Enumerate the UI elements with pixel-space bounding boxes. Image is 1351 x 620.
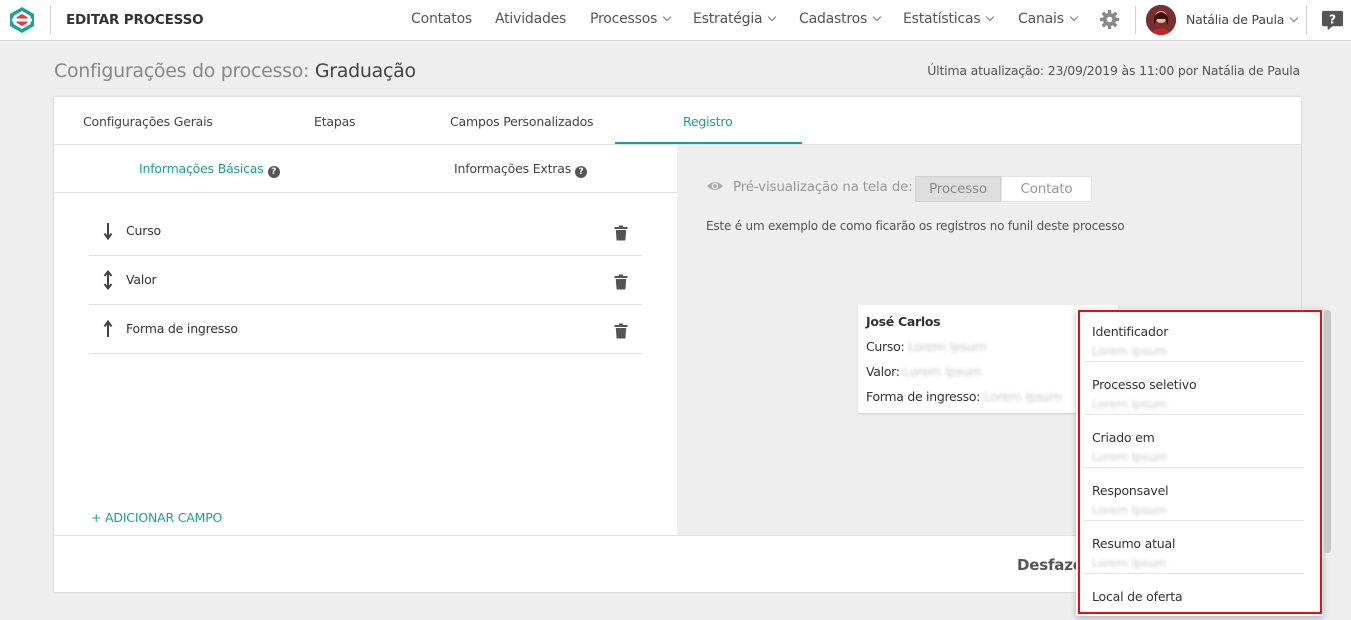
field-row-forma-de-ingresso[interactable]: Forma de ingresso — [89, 305, 642, 354]
tab-bar: Configurações Gerais Etapas Campos Perso… — [54, 97, 1301, 145]
dropdown-item-local-de-oferta[interactable]: Local de oferta — [1084, 574, 1304, 616]
chevron-down-icon — [1290, 13, 1299, 23]
subtab-informacoes-basicas[interactable]: Informações Básicas? — [139, 161, 280, 178]
fields-column: Informações Básicas? Informações Extras?… — [54, 145, 677, 535]
dropdown-item-sample: Lorem Ipsum — [1092, 556, 1167, 570]
card-line-value: Lorem Ipsum — [903, 364, 982, 379]
add-field-button[interactable]: + ADICIONAR CAMPO — [91, 510, 222, 525]
field-label: Forma de ingresso — [126, 321, 238, 336]
dropdown-item-responsavel[interactable]: Responsavel Lorem Ipsum — [1084, 468, 1304, 521]
dropdown-item-label: Processo seletivo — [1092, 377, 1197, 392]
tab-etapas[interactable]: Etapas — [314, 114, 356, 129]
nav-label: Estatísticas — [903, 11, 981, 27]
card-line-value: Lorem Ipsum — [908, 339, 987, 354]
divider — [1306, 6, 1307, 34]
nav-cadastros[interactable]: Cadastros — [799, 11, 882, 27]
chevron-down-icon — [662, 12, 672, 22]
svg-text:?: ? — [1329, 11, 1336, 26]
subtab-informacoes-extras[interactable]: Informações Extras? — [454, 161, 588, 178]
app-logo-icon[interactable] — [8, 6, 36, 34]
trash-icon[interactable] — [614, 274, 628, 290]
card-line-label: Valor: — [866, 364, 900, 379]
nav-label: Processos — [590, 11, 658, 27]
chevron-down-icon — [1069, 12, 1079, 22]
card-line-label: Curso: — [866, 339, 905, 354]
dropdown-item-label: Identificador — [1092, 324, 1169, 339]
nav-label: Cadastros — [799, 11, 868, 27]
tab-configuracoes-gerais[interactable]: Configurações Gerais — [83, 114, 213, 129]
dropdown-item-identificador[interactable]: Identificador Lorem Ipsum — [1084, 309, 1304, 362]
nav-canais[interactable]: Canais — [1018, 11, 1079, 27]
tab-campos-personalizados[interactable]: Campos Personalizados — [450, 114, 594, 129]
dropdown-item-sample: Lorem Ipsum — [1092, 344, 1167, 358]
arrow-down-icon[interactable] — [103, 221, 113, 241]
preview-description: Este é um exemplo de como ficarão os reg… — [706, 219, 1125, 233]
dropdown-item-label: Local de oferta — [1092, 589, 1183, 604]
nav-contatos[interactable]: Contatos — [411, 11, 472, 27]
field-label: Valor — [126, 272, 157, 287]
card-contact-name: José Carlos — [866, 314, 941, 329]
section-title: EDITAR PROCESSO — [66, 12, 204, 28]
field-row-valor[interactable]: Valor — [89, 256, 642, 305]
subtab-label: Informações Extras — [454, 161, 572, 176]
nav-label: Canais — [1018, 11, 1064, 27]
last-update: Última atualização: 23/09/2019 às 11:00 … — [927, 63, 1300, 78]
top-bar: EDITAR PROCESSO Contatos Atividades Proc… — [0, 0, 1351, 41]
trash-icon[interactable] — [614, 323, 628, 339]
card-line: Forma de ingresso: Lorem Ipsum — [866, 389, 1062, 404]
active-tab-indicator — [615, 142, 802, 144]
page-title: Configurações do processo: Graduação — [54, 60, 416, 82]
dropdown-item-label: Resumo atual — [1092, 536, 1176, 551]
dropdown-item-label: Responsavel — [1092, 483, 1169, 498]
nav-processos[interactable]: Processos — [590, 11, 672, 27]
user-menu[interactable]: Natália de Paula — [1186, 12, 1299, 27]
card-line-label: Forma de ingresso: — [866, 389, 981, 404]
dropdown-item-sample: Lorem Ipsum — [1092, 450, 1167, 464]
divider — [1135, 6, 1136, 34]
nav-label: Contatos — [411, 11, 473, 27]
divider — [50, 6, 51, 34]
user-name: Natália de Paula — [1186, 12, 1285, 27]
dropdown-item-sample: Lorem Ipsum — [1092, 503, 1167, 517]
field-options-dropdown: Identificador Lorem Ipsum Processo selet… — [1076, 309, 1323, 616]
dropdown-item-criado-em[interactable]: Criado em Lorem Ipsum — [1084, 415, 1304, 468]
divider — [54, 192, 677, 193]
field-label: Curso — [126, 223, 161, 238]
gear-icon[interactable] — [1099, 9, 1120, 30]
field-row-curso[interactable]: Curso — [89, 207, 642, 256]
chevron-down-icon — [768, 12, 777, 22]
card-line: Curso: Lorem Ipsum — [866, 339, 986, 354]
nav-atividades[interactable]: Atividades — [495, 11, 566, 27]
nav-estatisticas[interactable]: Estatísticas — [903, 11, 995, 27]
chevron-down-icon — [872, 12, 882, 22]
trash-icon[interactable] — [614, 225, 628, 241]
dropdown-item-processo-seletivo[interactable]: Processo seletivo Lorem Ipsum — [1084, 362, 1304, 415]
tab-registro[interactable]: Registro — [683, 114, 733, 129]
subtab-label: Informações Básicas — [139, 161, 264, 176]
process-name: Graduação — [314, 60, 416, 82]
dropdown-item-sample: Lorem Ipsum — [1092, 397, 1167, 411]
nav-estrategia[interactable]: Estratégia — [693, 11, 777, 27]
arrow-up-icon[interactable] — [103, 319, 113, 339]
preview-option-processo[interactable]: Processo — [915, 176, 1001, 202]
page-title-prefix: Configurações do processo: — [54, 60, 315, 82]
nav-label: Atividades — [495, 11, 567, 27]
eye-icon — [707, 182, 723, 190]
nav-label: Estratégia — [693, 11, 763, 27]
help-circle-icon[interactable]: ? — [267, 166, 280, 178]
help-icon[interactable]: ? — [1321, 9, 1344, 32]
preview-label: Pré-visualização na tela de: — [733, 179, 913, 195]
help-circle-icon[interactable]: ? — [575, 166, 588, 178]
dropdown-item-label: Criado em — [1092, 430, 1155, 445]
dropdown-scrollbar[interactable] — [1324, 310, 1331, 553]
card-line-value: Lorem Ipsum — [983, 389, 1062, 404]
arrow-up-down-icon[interactable] — [103, 270, 113, 290]
preview-option-contato[interactable]: Contato — [1001, 176, 1092, 202]
dropdown-item-resumo-atual[interactable]: Resumo atual Lorem Ipsum — [1084, 521, 1304, 574]
avatar[interactable] — [1146, 5, 1176, 35]
chevron-down-icon — [986, 12, 995, 22]
card-line: Valor: Lorem Ipsum — [866, 364, 982, 379]
